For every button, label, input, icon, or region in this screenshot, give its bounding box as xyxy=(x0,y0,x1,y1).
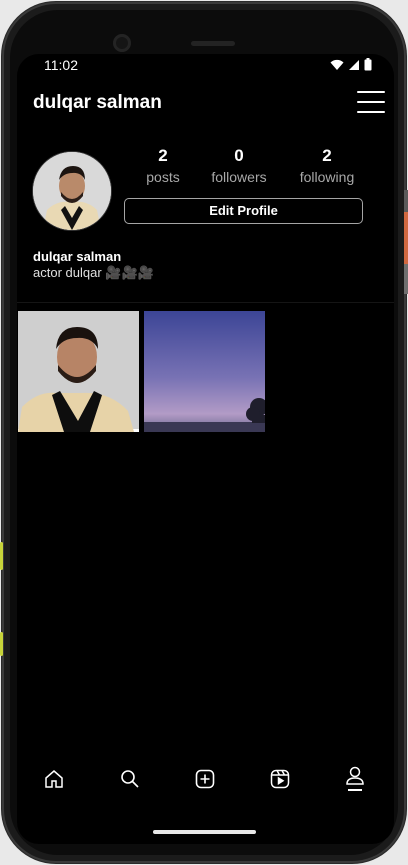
edit-profile-button[interactable]: Edit Profile xyxy=(124,198,363,224)
avatar-portrait xyxy=(33,152,111,230)
wifi-icon xyxy=(330,59,344,70)
side-button xyxy=(0,542,3,570)
avatar[interactable] xyxy=(32,151,112,231)
signal-icon xyxy=(349,59,359,70)
stat-label: followers xyxy=(211,169,267,185)
home-icon xyxy=(45,770,63,788)
post-thumbnail[interactable] xyxy=(18,311,139,432)
hamburger-line xyxy=(357,101,385,103)
search-icon xyxy=(121,770,139,788)
divider xyxy=(17,302,394,303)
stat-value: 0 xyxy=(234,146,244,165)
phone-frame: 11:02 dulqar salman 2 posts 0 followers … xyxy=(0,2,406,863)
status-time: 11:02 xyxy=(44,57,78,73)
nav-home[interactable] xyxy=(39,764,69,794)
sky-photo xyxy=(144,311,265,432)
background-edge xyxy=(404,264,408,294)
bio-display-name: dulqar salman xyxy=(33,249,122,264)
app-screen: 11:02 dulqar salman 2 posts 0 followers … xyxy=(17,54,394,844)
front-camera xyxy=(113,34,131,52)
profile-stats: 2 posts 0 followers 2 following xyxy=(124,146,363,186)
hamburger-line xyxy=(357,111,385,113)
menu-button[interactable] xyxy=(357,91,385,115)
portrait-photo xyxy=(18,311,139,432)
battery-icon xyxy=(364,58,372,71)
status-bar: 11:02 xyxy=(17,54,394,76)
stat-posts[interactable]: 2 posts xyxy=(123,146,203,188)
nav-search[interactable] xyxy=(115,764,145,794)
profile-username: dulqar salman xyxy=(33,92,162,113)
reels-icon xyxy=(270,769,290,789)
background-edge xyxy=(404,190,408,212)
bottom-nav xyxy=(17,758,394,808)
nav-profile[interactable] xyxy=(340,764,370,794)
nav-add-post[interactable] xyxy=(190,764,220,794)
background-edge xyxy=(404,212,408,264)
bio-text: actor dulqar 🎥🎥🎥 xyxy=(33,265,154,280)
hamburger-line xyxy=(357,91,385,93)
stat-followers[interactable]: 0 followers xyxy=(199,146,279,188)
profile-icon xyxy=(346,766,364,791)
nav-reels[interactable] xyxy=(265,764,295,794)
stat-value: 2 xyxy=(158,146,168,165)
home-indicator[interactable] xyxy=(153,830,256,834)
add-post-icon xyxy=(195,769,215,789)
post-thumbnail[interactable] xyxy=(144,311,265,432)
side-button xyxy=(0,632,3,656)
stat-label: following xyxy=(299,169,355,185)
stat-value: 2 xyxy=(322,146,332,165)
earpiece xyxy=(191,41,235,46)
status-icons xyxy=(330,58,372,71)
stat-label: posts xyxy=(146,169,180,185)
stat-following[interactable]: 2 following xyxy=(287,146,367,188)
